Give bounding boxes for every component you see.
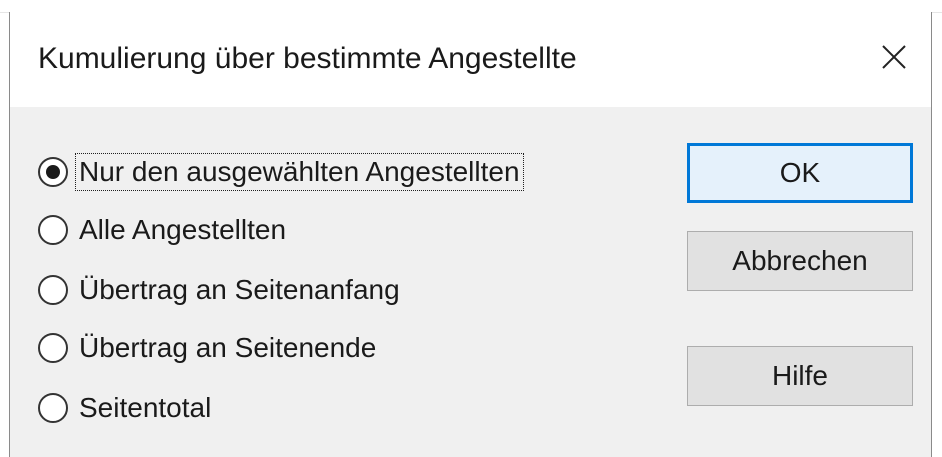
option-label[interactable]: Übertrag an Seitenanfang — [76, 272, 403, 308]
radio-button[interactable] — [38, 215, 68, 245]
radio-button[interactable] — [38, 275, 68, 305]
radio-button[interactable] — [38, 393, 68, 423]
radio-button[interactable] — [38, 333, 68, 363]
option-selected-employees[interactable]: Nur den ausgewählten Angestellten — [38, 152, 524, 192]
option-label[interactable]: Alle Angestellten — [76, 212, 289, 248]
title-bar: Kumulierung über bestimmte Angestellte — [10, 12, 931, 107]
close-icon — [882, 45, 906, 69]
option-label[interactable]: Nur den ausgewählten Angestellten — [75, 153, 524, 191]
option-carry-forward-page-start[interactable]: Übertrag an Seitenanfang — [38, 270, 403, 310]
option-page-total[interactable]: Seitentotal — [38, 388, 214, 428]
help-button[interactable]: Hilfe — [687, 346, 913, 406]
option-carry-forward-page-end[interactable]: Übertrag an Seitenende — [38, 328, 379, 368]
dialog-window: Kumulierung über bestimmte Angestellte N… — [9, 12, 932, 457]
radio-button[interactable] — [38, 157, 68, 187]
ok-button[interactable]: OK — [687, 143, 913, 203]
radio-selected-dot — [46, 165, 60, 179]
cancel-button[interactable]: Abbrechen — [687, 231, 913, 291]
dialog-title: Kumulierung über bestimmte Angestellte — [38, 42, 577, 75]
close-button[interactable] — [871, 34, 917, 80]
option-all-employees[interactable]: Alle Angestellten — [38, 210, 289, 250]
option-label[interactable]: Seitentotal — [76, 390, 214, 426]
option-label[interactable]: Übertrag an Seitenende — [76, 330, 379, 366]
